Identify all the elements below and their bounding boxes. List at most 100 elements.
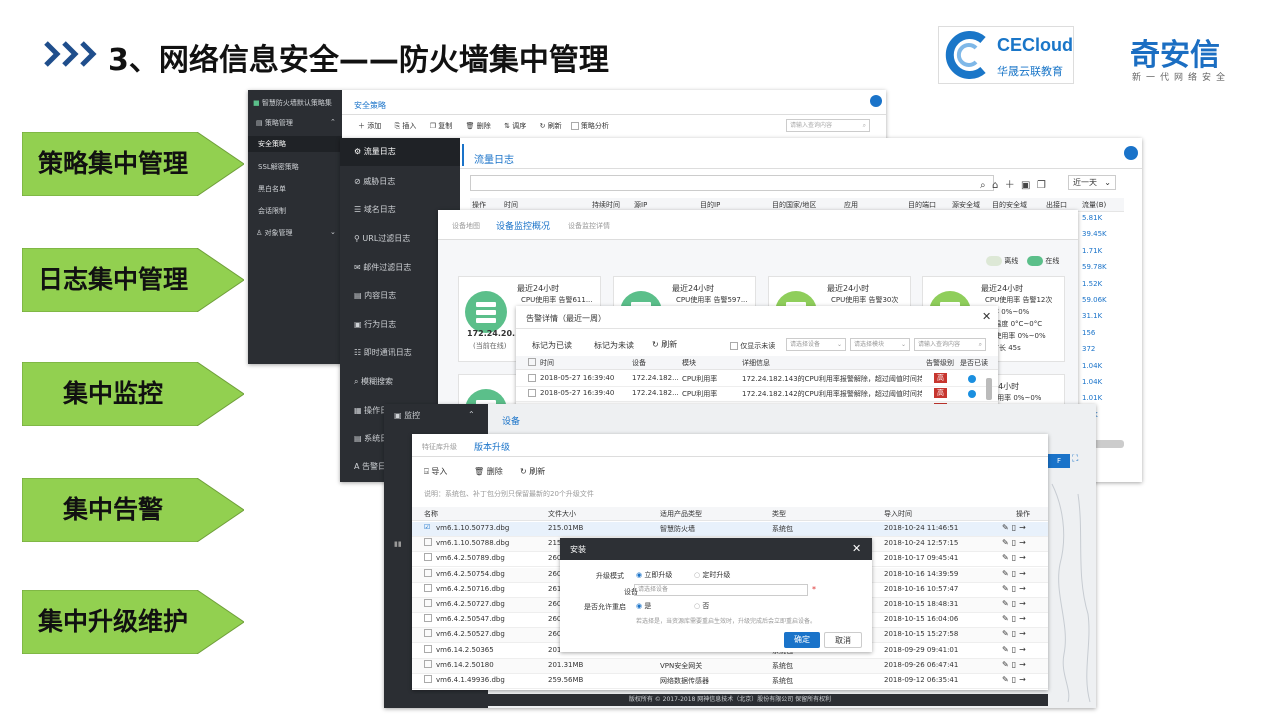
delete-icon[interactable]: ▯ [1012,660,1019,669]
install-icon[interactable]: ✎ [1002,553,1012,562]
product-selector[interactable]: ■ 智慧防火墙默认策略集 [253,98,332,108]
arrow-right-icon[interactable]: → [1019,629,1029,638]
tab-device-overview[interactable]: 设备监控概况 [496,219,550,232]
row-checkbox[interactable] [424,629,432,638]
restart-no-radio[interactable]: ○ 否 [694,601,709,611]
mode-timed-radio[interactable]: ○ 定时升级 [694,570,730,580]
nav-flow-log[interactable]: ⚙ 流量日志 [340,138,460,166]
nav-item-ssl[interactable]: SSL解密策略 [258,162,299,172]
nav-op-log[interactable]: ▦ 操作日 [354,405,388,416]
nav-object-group[interactable]: ♙ 对象管理 ⌄ [256,228,336,238]
mode-now-radio[interactable]: ◉ 立即升级 [636,570,672,580]
cancel-button[interactable]: 取消 [824,632,862,648]
insert-button[interactable]: ⎘ 插入 [395,122,417,130]
row-checkbox[interactable] [424,614,432,623]
delete-icon[interactable]: ▯ [1012,599,1019,608]
tab-device-bg[interactable]: 设备 [502,414,520,427]
install-icon[interactable]: ✎ [1002,675,1012,684]
flowlog-filter-input[interactable] [470,175,994,191]
row-checkbox[interactable] [528,374,536,382]
mark-read-button[interactable]: 标记为已读 [532,340,572,351]
upgrade-row[interactable]: vm6.4.1.49936.dbg 259.56MB 网络数据传感器 系统包 2018-… [412,674,1048,689]
arrow-right-icon[interactable]: → [1019,523,1029,532]
row-checkbox[interactable] [424,644,432,653]
delete-icon[interactable]: ▯ [1012,523,1019,532]
search-icon[interactable]: ⌕ [980,180,986,191]
delete-icon[interactable]: ▯ [1012,584,1019,593]
refresh-button[interactable]: ↻ 刷新 [520,466,545,477]
nav-item-blacklist[interactable]: 黑白名单 [258,184,286,194]
breadcrumb[interactable]: 特征库升级 [422,442,457,452]
arrow-right-icon[interactable]: → [1019,645,1029,654]
nav-policy-group[interactable]: ▤ 策略管理 ⌃ [256,118,336,128]
user-avatar-icon[interactable] [870,95,882,107]
delete-icon[interactable]: ▯ [1012,645,1019,654]
row-checkbox[interactable] [424,538,432,547]
save-icon[interactable]: ▣ [1021,180,1030,191]
delete-icon[interactable]: ▯ [1012,569,1019,578]
policy-analysis-check[interactable]: 策略分析 [570,122,609,130]
tab-security-policy[interactable]: 安全策略 [354,100,386,111]
install-icon[interactable]: ✎ [1002,660,1012,669]
plus-icon[interactable]: ＋ [1005,180,1015,191]
install-icon[interactable]: ✎ [1002,614,1012,623]
nav-domain-log[interactable]: ☰ 域名日志 [354,204,396,215]
nav-sys-log[interactable]: ▤ 系统日 [354,433,388,444]
alarm-row[interactable]: 2018-05-27 16:39:40 172.24.182... CPU利用率 17… [516,387,998,402]
nav-threat-log[interactable]: ⊘ 威胁日志 [354,176,395,187]
copy-button[interactable]: ❐ 复制 [430,122,453,130]
install-icon[interactable]: ✎ [1002,599,1012,608]
refresh-button[interactable]: ↻ 刷新 [652,339,677,350]
refresh-button[interactable]: ↻ 刷新 [540,122,562,130]
delete-icon[interactable]: ▯ [1012,553,1019,562]
arrow-right-icon[interactable]: → [1019,538,1029,547]
nav-item-session[interactable]: 会话限制 [258,206,286,216]
nav-im-log[interactable]: ☷ 即时通讯日志 [354,347,412,358]
install-device-select[interactable]: 请选择设备 [634,584,808,596]
nav-url-log[interactable]: ⚲ URL过滤日志 [354,233,410,244]
tab-device-map[interactable]: 设备地图 [452,221,480,231]
user-avatar-icon[interactable] [1124,146,1138,160]
read-status-dot[interactable] [968,390,976,400]
close-icon[interactable]: ✕ [852,542,861,555]
delete-icon[interactable]: ▯ [1012,675,1019,684]
mark-unread-button[interactable]: 标记为未读 [594,340,634,351]
import-button[interactable]: ⍈ 导入 [424,466,447,477]
upgrade-row[interactable]: ☑ vm6.1.10.50773.dbg 215.01MB 智慧防火墙 系统包 2018-… [412,522,1048,537]
copy-icon[interactable]: ❐ [1037,180,1046,191]
reorder-button[interactable]: ⇅ 调序 [504,122,526,130]
arrow-right-icon[interactable]: → [1019,599,1029,608]
read-status-dot[interactable] [968,375,976,385]
unread-only-check[interactable]: 仅显示未读 [730,341,775,351]
delete-button[interactable]: 🗑 删除 [474,466,503,477]
alarm-search-input[interactable]: 请输入查询内容 ⌕ [914,338,986,351]
arrow-right-icon[interactable]: → [1019,584,1029,593]
install-icon[interactable]: ✎ [1002,569,1012,578]
row-checkbox[interactable] [424,583,432,592]
map-mode-button[interactable]: F [1048,454,1070,468]
time-range-select[interactable]: 近一天 ⌄ [1068,175,1116,190]
arrow-right-icon[interactable]: → [1019,614,1029,623]
add-button[interactable]: ＋ 添加 [358,122,381,130]
row-checkbox[interactable] [528,389,536,397]
module-select[interactable]: 请选择模块 ⌄ [850,338,910,351]
tab-version-upgrade[interactable]: 版本升级 [474,440,510,453]
row-checkbox[interactable] [424,553,432,562]
arrow-right-icon[interactable]: → [1019,660,1029,669]
delete-icon[interactable]: ▯ [1012,538,1019,547]
install-icon[interactable]: ✎ [1002,645,1012,654]
nav-behavior-log[interactable]: ▣ 行为日志 [354,319,396,330]
close-icon[interactable]: ✕ [982,310,991,323]
ok-button[interactable]: 确定 [784,632,820,648]
restart-yes-radio[interactable]: ◉ 是 [636,601,651,611]
home-icon[interactable]: ⌂ [992,180,998,191]
fullscreen-icon[interactable]: ⛶ [1072,454,1078,464]
vertical-scrollbar[interactable] [986,378,992,400]
tab-device-detail[interactable]: 设备监控详情 [568,221,610,231]
install-icon[interactable]: ✎ [1002,629,1012,638]
monitor-nav[interactable]: ▣ 监控 ⌃ [394,410,475,421]
nav-fuzzy-search[interactable]: ⌕ 模糊搜索 [354,376,393,387]
arrow-right-icon[interactable]: → [1019,553,1029,562]
nav-content-log[interactable]: ▤ 内容日志 [354,290,396,301]
delete-button[interactable]: 🗑 删除 [466,122,491,130]
